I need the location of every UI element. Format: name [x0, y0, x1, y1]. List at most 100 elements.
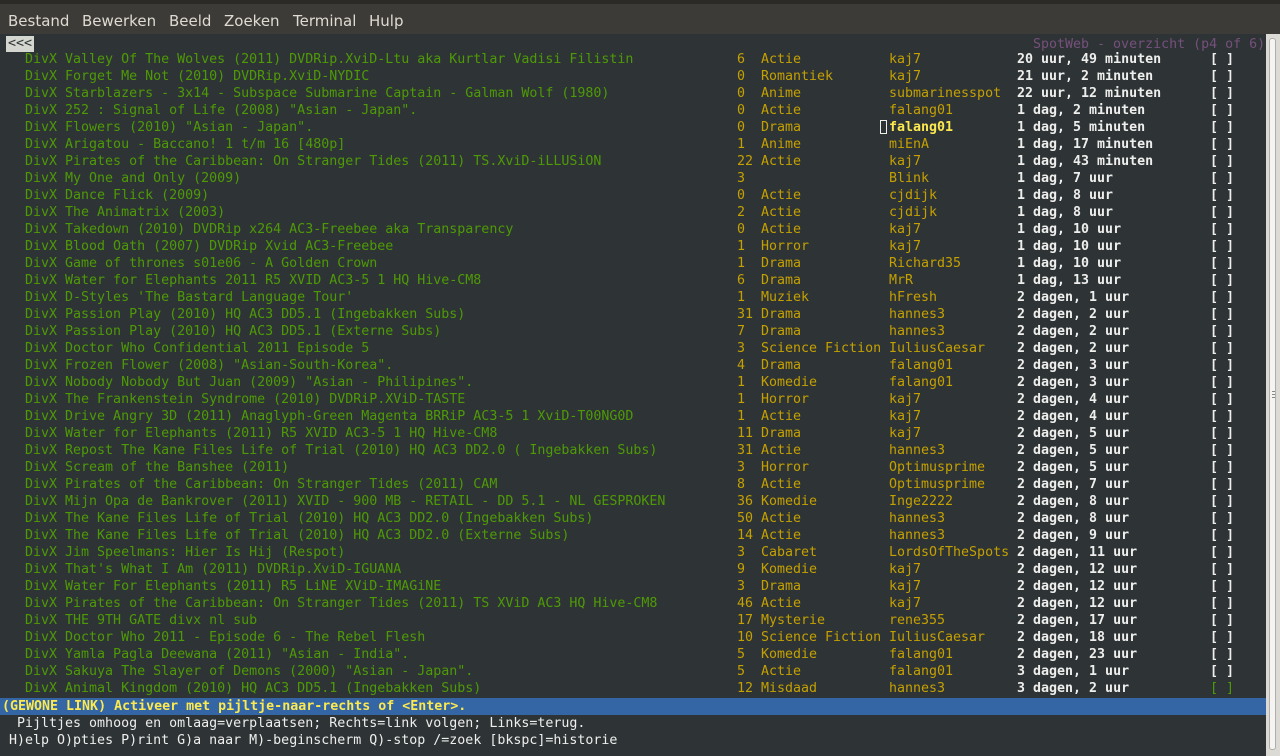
watchlist-checkbox[interactable]: [ ]	[1210, 561, 1234, 578]
spot-title-link[interactable]: DivX Frozen Flower (2008) "Asian-South-K…	[25, 357, 393, 374]
category: Drama	[761, 120, 802, 135]
watchlist-checkbox[interactable]: [ ]	[1210, 391, 1234, 408]
watchlist-checkbox[interactable]: [ ]	[1210, 442, 1234, 459]
spot-title-link[interactable]: DivX Arigatou - Baccano! 1 t/m 16 [480p]	[25, 136, 345, 153]
spot-title-link[interactable]: DivX Jim Speelmans: Hier Is Hij (Respot)	[25, 544, 345, 561]
spot-title-link[interactable]: DivX Blood Oath (2007) DVDRip Xvid AC3-F…	[25, 238, 393, 255]
spot-title-link[interactable]: DivX Valley Of The Wolves (2011) DVDRip.…	[25, 51, 633, 68]
watchlist-checkbox[interactable]: [ ]	[1210, 408, 1234, 425]
watchlist-checkbox[interactable]: [ ]	[1210, 459, 1234, 476]
spot-title-link[interactable]: DivX Water for Elephants 2011 R5 XVID AC…	[25, 272, 481, 289]
watchlist-checkbox[interactable]: [ ]	[1210, 578, 1234, 595]
comment-count: 3	[737, 579, 746, 594]
comment-count: 9	[737, 562, 746, 577]
watchlist-checkbox[interactable]: [ ]	[1210, 136, 1234, 153]
watchlist-checkbox[interactable]: [ ]	[1210, 357, 1234, 374]
watchlist-checkbox[interactable]: [ ]	[1210, 340, 1234, 357]
watchlist-checkbox[interactable]: [ ]	[1210, 663, 1234, 680]
watchlist-checkbox[interactable]: [ ]	[1210, 680, 1234, 697]
spot-title-link[interactable]: DivX Sakuya The Slayer of Demons (2000) …	[25, 663, 473, 680]
spot-title-link[interactable]: DivX Pirates of the Caribbean: On Strang…	[25, 153, 601, 170]
scrollbar[interactable]	[1266, 34, 1280, 756]
watchlist-checkbox[interactable]: [ ]	[1210, 374, 1234, 391]
menu-terminal[interactable]: Terminal	[293, 11, 356, 31]
menu-bestand[interactable]: Bestand	[8, 11, 69, 31]
spot-title-link[interactable]: DivX Game of thrones s01e06 - A Golden C…	[25, 255, 377, 272]
spot-title-link[interactable]: DivX Doctor Who Confidential 2011 Episod…	[25, 340, 369, 357]
spot-title-link[interactable]: DivX Mijn Opa de Bankrover (2011) XVID -…	[25, 493, 665, 510]
watchlist-checkbox[interactable]: [ ]	[1210, 544, 1234, 561]
comment-count: 4	[737, 358, 746, 373]
watchlist-checkbox[interactable]: [ ]	[1210, 493, 1234, 510]
watchlist-checkbox[interactable]: [ ]	[1210, 153, 1234, 170]
spot-title-link[interactable]: DivX The Frankenstein Syndrome (2010) DV…	[25, 391, 465, 408]
menu-hulp[interactable]: Hulp	[369, 11, 403, 31]
spot-title-link[interactable]: DivX The Kane Files Life of Trial (2010)…	[25, 510, 593, 527]
spot-title-link[interactable]: DivX Animal Kingdom (2010) HQ AC3 DD5.1 …	[25, 680, 481, 697]
spot-title-link[interactable]: DivX Drive Angry 3D (2011) Anaglyph-Gree…	[25, 408, 633, 425]
watchlist-checkbox[interactable]: [ ]	[1210, 102, 1234, 119]
watchlist-checkbox[interactable]: [ ]	[1210, 527, 1234, 544]
list-item: DivX Animal Kingdom (2010) HQ AC3 DD5.1 …	[0, 680, 1266, 697]
watchlist-checkbox[interactable]: [ ]	[1210, 425, 1234, 442]
watchlist-checkbox[interactable]: [ ]	[1210, 289, 1234, 306]
spot-title-link[interactable]: DivX Forget Me Not (2010) DVDRip.XviD-NY…	[25, 68, 369, 85]
watchlist-checkbox[interactable]: [ ]	[1210, 629, 1234, 646]
age: 2 dagen, 4 uur	[1017, 409, 1130, 424]
watchlist-checkbox[interactable]: [ ]	[1210, 68, 1234, 85]
watchlist-checkbox[interactable]: [ ]	[1210, 204, 1234, 221]
poster: kaj7	[889, 154, 922, 169]
comment-count: 1	[737, 409, 746, 424]
spot-title-link[interactable]: DivX Water For Elephants (2011) R5 LiNE …	[25, 578, 441, 595]
spot-title-link[interactable]: DivX Flowers (2010) "Asian - Japan".	[25, 119, 313, 136]
spot-title-link[interactable]: DivX Scream of the Banshee (2011)	[25, 459, 289, 476]
poster: kaj7	[889, 579, 922, 594]
spot-title-link[interactable]: DivX THE 9TH GATE divx nl sub	[25, 612, 257, 629]
watchlist-checkbox[interactable]: [ ]	[1210, 51, 1234, 68]
watchlist-checkbox[interactable]: [ ]	[1210, 221, 1234, 238]
comment-count: 11	[737, 426, 754, 441]
watchlist-checkbox[interactable]: [ ]	[1210, 238, 1234, 255]
watchlist-checkbox[interactable]: [ ]	[1210, 510, 1234, 527]
spot-title-link[interactable]: DivX Passion Play (2010) HQ AC3 DD5.1 (I…	[25, 306, 465, 323]
watchlist-checkbox[interactable]: [ ]	[1210, 323, 1234, 340]
spot-title-link[interactable]: DivX That's What I Am (2011) DVDRip.XviD…	[25, 561, 401, 578]
spot-title-link[interactable]: DivX 252 : Signal of Life (2008) "Asian …	[25, 102, 417, 119]
spot-title-link[interactable]: DivX Starblazers - 3x14 - Subspace Subma…	[25, 85, 609, 102]
spot-title-link[interactable]: DivX Passion Play (2010) HQ AC3 DD5.1 (E…	[25, 323, 441, 340]
menu-zoeken[interactable]: Zoeken	[224, 11, 280, 31]
spot-title-link[interactable]: DivX The Kane Files Life of Trial (2010)…	[25, 527, 569, 544]
watchlist-checkbox[interactable]: [ ]	[1210, 255, 1234, 272]
list-item: DivX Valley Of The Wolves (2011) DVDRip.…	[0, 51, 1266, 68]
watchlist-checkbox[interactable]: [ ]	[1210, 595, 1234, 612]
watchlist-checkbox[interactable]: [ ]	[1210, 646, 1234, 663]
spot-title-link[interactable]: DivX My One and Only (2009)	[25, 170, 241, 187]
spot-title-link[interactable]: DivX Nobody Nobody But Juan (2009) "Asia…	[25, 374, 473, 391]
spot-title-link[interactable]: DivX Repost The Kane Files Life of Trial…	[25, 442, 657, 459]
spot-title-link[interactable]: DivX Doctor Who 2011 - Episode 6 - The R…	[25, 629, 425, 646]
spot-title-link[interactable]: DivX Yamla Pagla Deewana (2011) "Asian -…	[25, 646, 409, 663]
watchlist-checkbox[interactable]: [ ]	[1210, 476, 1234, 493]
spot-title-link[interactable]: DivX Pirates of the Caribbean: On Strang…	[25, 476, 497, 493]
watchlist-checkbox[interactable]: [ ]	[1210, 85, 1234, 102]
menu-bewerken[interactable]: Bewerken	[82, 11, 156, 31]
spot-title-link[interactable]: DivX Water for Elephants (2011) R5 XVID …	[25, 425, 497, 442]
scrollbar-thumb[interactable]	[1269, 38, 1276, 750]
terminal-viewport[interactable]: <<< SpotWeb - overzicht (p4 of 6) DivX V…	[0, 34, 1266, 756]
category: Drama	[761, 426, 802, 441]
watchlist-checkbox[interactable]: [ ]	[1210, 170, 1234, 187]
spot-title-link[interactable]: DivX D-Styles 'The Bastard Language Tour…	[25, 289, 353, 306]
poster: cjdijk	[889, 188, 938, 203]
spot-title-link[interactable]: DivX The Animatrix (2003)	[25, 204, 225, 221]
watchlist-checkbox[interactable]: [ ]	[1210, 612, 1234, 629]
watchlist-checkbox[interactable]: [ ]	[1210, 119, 1234, 136]
menu-beeld[interactable]: Beeld	[169, 11, 211, 31]
spot-title-link[interactable]: DivX Dance Flick (2009)	[25, 187, 209, 204]
spot-title-link[interactable]: DivX Pirates of the Caribbean: On Strang…	[25, 595, 657, 612]
age: 1 dag, 2 minuten	[1017, 103, 1146, 118]
watchlist-checkbox[interactable]: [ ]	[1210, 272, 1234, 289]
watchlist-checkbox[interactable]: [ ]	[1210, 306, 1234, 323]
back-link[interactable]: <<<	[6, 36, 35, 52]
spot-title-link[interactable]: DivX Takedown (2010) DVDRip x264 AC3-Fre…	[25, 221, 513, 238]
watchlist-checkbox[interactable]: [ ]	[1210, 187, 1234, 204]
